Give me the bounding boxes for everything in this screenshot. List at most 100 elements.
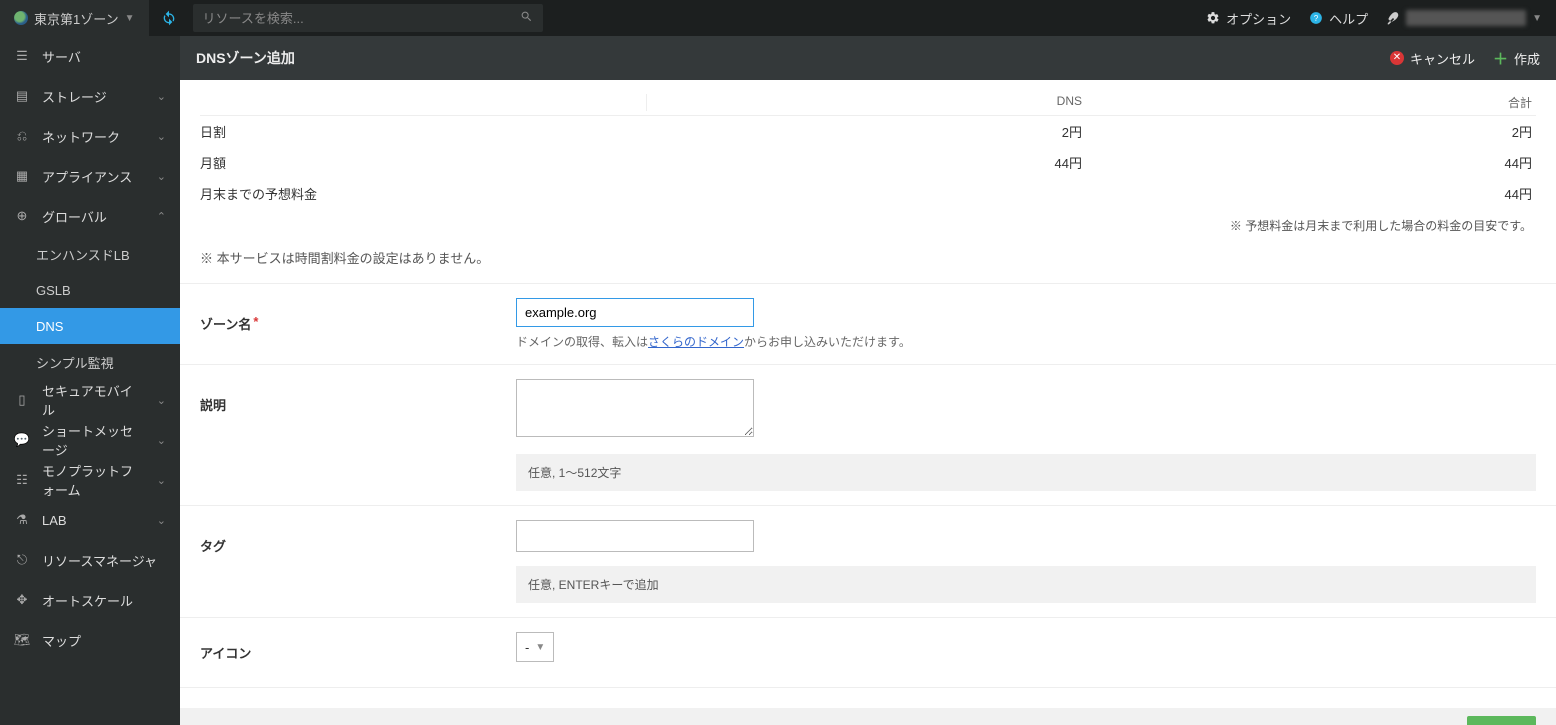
user-menu[interactable]: ▼ [1386,10,1542,26]
sidebar-item-storage[interactable]: ▤ ストレージ ⌄ [0,76,180,116]
field-icon: - ▼ [516,618,1556,687]
iot-icon: ☷ [14,472,30,488]
sidebar-item-iot[interactable]: ☷ モノプラットフォーム ⌄ [0,460,180,500]
storage-icon: ▤ [14,88,30,104]
close-icon: ✕ [1390,51,1404,65]
plus-icon: ＋ [1493,48,1508,69]
pricing-row: 月額 44円 44円 [200,147,1536,178]
user-name-blurred [1406,10,1526,26]
sidebar-item-appliance[interactable]: ▦ アプライアンス ⌄ [0,156,180,196]
lab-icon: ⚗ [14,512,30,528]
refresh-icon [161,10,177,26]
help-label: ヘルプ [1329,9,1368,28]
topbar-left: 東京第1ゾーン ▼ [0,0,543,36]
sidebar-item-server[interactable]: ☰ サーバ [0,36,180,76]
help-link[interactable]: ? ヘルプ [1309,9,1368,28]
chevron-down-icon: ⌄ [157,130,166,143]
sidebar-item-global[interactable]: ⊕ グローバル ⌃ [0,196,180,236]
content: DNS 合計 日割 2円 2円 月額 44円 44円 月末までの予想料金 44円 [180,80,1556,725]
search-box[interactable] [193,4,543,32]
network-icon: ⎌ [14,128,30,144]
pricing-row: 日割 2円 2円 [200,116,1536,147]
tag-hint: 任意, ENTERキーで追加 [516,566,1536,603]
field-description: 任意, 1〜512文字 [516,365,1556,505]
form-row-tag: タグ 任意, ENTERキーで追加 [180,506,1556,618]
chevron-up-icon: ⌃ [157,210,166,223]
help-icon: ? [1309,11,1323,25]
create-button-header[interactable]: ＋ 作成 [1493,48,1540,69]
description-textarea[interactable] [516,379,754,437]
form-row-zonename: ゾーン名* ドメインの取得、転入はさくらのドメインからお申し込みいただけます。 [180,284,1556,365]
chevron-down-icon: ⌄ [157,474,166,487]
sidebar-item-autoscale[interactable]: ✥ オートスケール [0,580,180,620]
required-mark: * [253,314,258,329]
form: ゾーン名* ドメインの取得、転入はさくらのドメインからお申し込みいただけます。 … [180,283,1556,688]
map-icon: 🗺 [14,632,30,648]
chevron-down-icon: ⌄ [157,434,166,447]
label-description: 説明 [180,365,516,505]
chevron-down-icon: ⌄ [157,394,166,407]
description-hint: 任意, 1〜512文字 [516,454,1536,491]
label-zonename: ゾーン名* [180,284,516,364]
cancel-button[interactable]: ✕ キャンセル [1390,49,1475,68]
search-icon [520,10,533,26]
sidebar-sub-dns[interactable]: DNS [0,308,180,344]
globe-icon: ⊕ [14,208,30,224]
col-total: 合計 [1086,94,1536,111]
page-title: DNSゾーン追加 [196,48,295,68]
caret-down-icon: ▼ [125,13,135,24]
action-bar: ＋ 作成 [180,708,1556,725]
label-icon: アイコン [180,618,516,687]
pricing-table: DNS 合計 日割 2円 2円 月額 44円 44円 月末までの予想料金 44円 [180,80,1556,283]
sidebar-sub-enhancedlb[interactable]: エンハンスドLB [0,236,180,272]
page-header: DNSゾーン追加 ✕ キャンセル ＋ 作成 [180,36,1556,80]
scale-icon: ✥ [14,592,30,608]
zone-label: 東京第1ゾーン [34,9,119,28]
pricing-note-right: ※ 予想料金は月末まで利用した場合の料金の目安です。 [200,209,1536,248]
search-input[interactable] [203,11,520,26]
chat-icon: 💬 [14,432,30,448]
sidebar-item-sms[interactable]: 💬 ショートメッセージ ⌄ [0,420,180,460]
icon-select[interactable]: - ▼ [516,632,554,662]
sidebar-item-network[interactable]: ⎌ ネットワーク ⌄ [0,116,180,156]
refresh-button[interactable] [149,0,189,36]
field-zonename: ドメインの取得、転入はさくらのドメインからお申し込みいただけます。 [516,284,1556,364]
gear-icon [1206,11,1220,25]
sidebar-item-map[interactable]: 🗺 マップ [0,620,180,660]
pricing-row: 月末までの予想料金 44円 [200,178,1536,209]
resource-icon: ⎋ [14,552,30,568]
chevron-down-icon: ⌄ [157,514,166,527]
options-label: オプション [1226,9,1291,28]
server-icon: ☰ [14,48,30,64]
tag-input[interactable] [516,520,754,552]
create-button-footer[interactable]: ＋ 作成 [1467,716,1536,725]
globe-icon [14,11,28,25]
mobile-icon: ▯ [14,392,30,408]
form-row-icon: アイコン - ▼ [180,618,1556,688]
field-tag: 任意, ENTERキーで追加 [516,506,1556,617]
zonename-helper: ドメインの取得、転入はさくらのドメインからお申し込みいただけます。 [516,333,1546,350]
chevron-down-icon: ⌄ [157,90,166,103]
feather-icon [1386,11,1400,25]
sidebar-item-securemobile[interactable]: ▯ セキュアモバイル ⌄ [0,380,180,420]
top-bar: 東京第1ゾーン ▼ オプション ? ヘルプ ▼ [0,0,1556,36]
col-dns: DNS [646,94,1086,111]
sidebar-item-lab[interactable]: ⚗ LAB ⌄ [0,500,180,540]
zone-selector[interactable]: 東京第1ゾーン ▼ [0,0,149,36]
sidebar-sub-simplemonitor[interactable]: シンプル監視 [0,344,180,380]
appliance-icon: ▦ [14,168,30,184]
form-row-description: 説明 任意, 1〜512文字 [180,365,1556,506]
sakura-domain-link[interactable]: さくらのドメイン [648,335,744,349]
chevron-down-icon: ⌄ [157,170,166,183]
topbar-right: オプション ? ヘルプ ▼ [1206,0,1556,36]
zonename-input[interactable] [516,298,754,327]
label-tag: タグ [180,506,516,617]
options-link[interactable]: オプション [1206,9,1291,28]
sidebar-sub-gslb[interactable]: GSLB [0,272,180,308]
sidebar-item-resourcemanager[interactable]: ⎋ リソースマネージャ [0,540,180,580]
caret-down-icon: ▼ [535,642,545,653]
svg-text:?: ? [1314,14,1319,23]
caret-down-icon: ▼ [1532,13,1542,24]
pricing-note-left: ※ 本サービスは時間割料金の設定はありません。 [200,248,1536,275]
sidebar: ☰ サーバ ▤ ストレージ ⌄ ⎌ ネットワーク ⌄ ▦ アプライアンス ⌄ ⊕… [0,36,180,725]
